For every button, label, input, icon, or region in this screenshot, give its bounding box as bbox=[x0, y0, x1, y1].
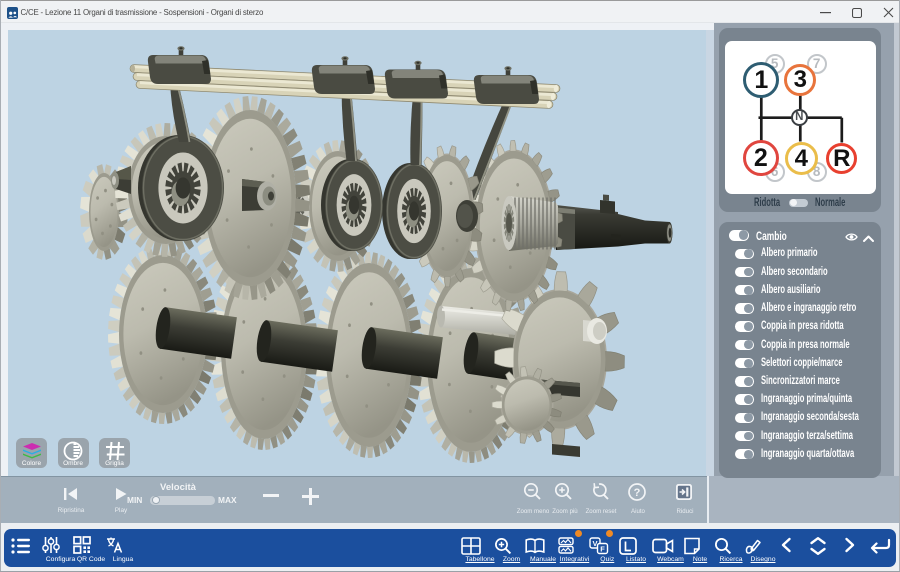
svg-text:V: V bbox=[592, 539, 597, 548]
svg-text:F: F bbox=[600, 544, 605, 553]
svg-text:?: ? bbox=[634, 487, 641, 499]
